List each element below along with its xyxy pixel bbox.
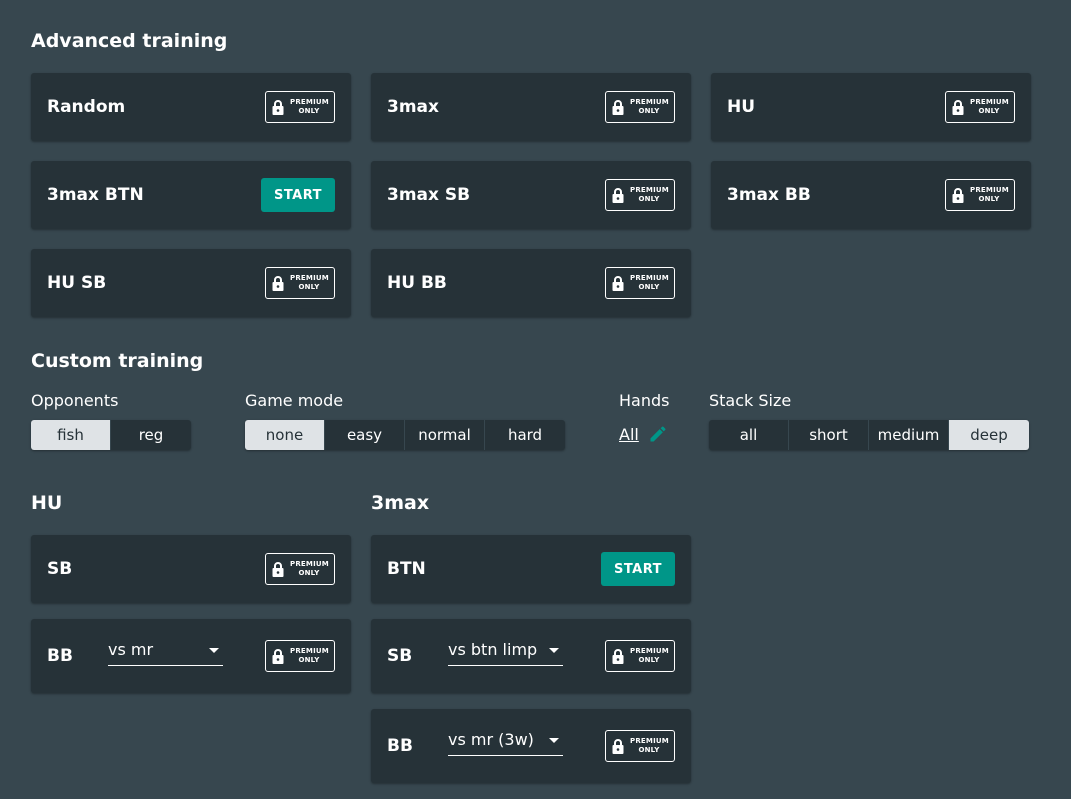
stack-size-option-deep[interactable]: deep — [949, 420, 1029, 450]
opponents-option-reg[interactable]: reg — [111, 420, 191, 450]
advanced-card-3max: 3max PREMIUM ONLY — [371, 73, 691, 141]
advanced-card-hu-sb: HU SB PREMIUM ONLY — [31, 249, 351, 317]
threemax-section-title: 3max — [371, 492, 430, 514]
opponents-label: Opponents — [31, 391, 119, 410]
card-label: HU — [727, 97, 756, 117]
premium-only-badge[interactable]: PREMIUM ONLY — [945, 179, 1015, 211]
advanced-card-3max-sb: 3max SB PREMIUM ONLY — [371, 161, 691, 229]
premium-only-text: PREMIUM ONLY — [290, 647, 329, 664]
game-mode-toggle: none easy normal hard — [245, 420, 565, 450]
card-label: SB — [387, 646, 413, 666]
stack-size-option-medium[interactable]: medium — [869, 420, 949, 450]
premium-only-text: PREMIUM ONLY — [290, 560, 329, 577]
game-mode-option-hard[interactable]: hard — [485, 420, 565, 450]
game-mode-option-normal[interactable]: normal — [405, 420, 485, 450]
chevron-down-icon — [549, 648, 559, 653]
premium-only-badge[interactable]: PREMIUM ONLY — [605, 91, 675, 123]
premium-only-badge[interactable]: PREMIUM ONLY — [265, 553, 335, 585]
card-label: HU BB — [387, 273, 447, 293]
hu-section-title: HU — [31, 492, 63, 514]
card-label: 3max SB — [387, 185, 471, 205]
hu-bb-opponent-select[interactable]: vs mr — [108, 638, 223, 666]
premium-only-badge[interactable]: PREMIUM ONLY — [605, 267, 675, 299]
premium-only-text: PREMIUM ONLY — [970, 98, 1009, 115]
threemax-bb-card: BB vs mr (3w) PREMIUM ONLY — [371, 709, 691, 783]
card-label: Random — [47, 97, 126, 117]
stack-size-option-short[interactable]: short — [789, 420, 869, 450]
pencil-icon[interactable] — [648, 424, 668, 444]
select-value: vs btn limp — [448, 640, 538, 659]
advanced-card-3max-bb: 3max BB PREMIUM ONLY — [711, 161, 1031, 229]
hands-label: Hands — [619, 391, 670, 410]
opponents-option-fish[interactable]: fish — [31, 420, 111, 450]
premium-only-badge[interactable]: PREMIUM ONLY — [605, 730, 675, 762]
premium-only-badge[interactable]: PREMIUM ONLY — [265, 267, 335, 299]
card-label: 3max BTN — [47, 185, 144, 205]
lock-icon — [272, 276, 284, 291]
game-mode-label: Game mode — [245, 391, 344, 410]
lock-icon — [272, 649, 284, 664]
advanced-card-3max-btn: 3max BTN START — [31, 161, 351, 229]
threemax-sb-card: SB vs btn limp PREMIUM ONLY — [371, 619, 691, 693]
lock-icon — [612, 649, 624, 664]
hu-sb-card: SB PREMIUM ONLY — [31, 535, 351, 603]
advanced-card-hu: HU PREMIUM ONLY — [711, 73, 1031, 141]
card-label: 3max BB — [727, 185, 811, 205]
lock-icon — [272, 562, 284, 577]
threemax-sb-opponent-select[interactable]: vs btn limp — [448, 638, 563, 666]
hands-value-link[interactable]: All — [619, 425, 639, 444]
stack-size-option-all[interactable]: all — [709, 420, 789, 450]
chevron-down-icon — [549, 738, 559, 743]
premium-only-text: PREMIUM ONLY — [630, 186, 669, 203]
stack-size-toggle: all short medium deep — [709, 420, 1029, 450]
lock-icon — [952, 188, 964, 203]
premium-only-text: PREMIUM ONLY — [290, 274, 329, 291]
premium-only-badge[interactable]: PREMIUM ONLY — [265, 640, 335, 672]
premium-only-text: PREMIUM ONLY — [630, 98, 669, 115]
premium-only-text: PREMIUM ONLY — [630, 737, 669, 754]
advanced-card-random: Random PREMIUM ONLY — [31, 73, 351, 141]
premium-only-text: PREMIUM ONLY — [630, 274, 669, 291]
stack-size-label: Stack Size — [709, 391, 792, 410]
game-mode-option-none[interactable]: none — [245, 420, 325, 450]
premium-only-text: PREMIUM ONLY — [630, 647, 669, 664]
hu-bb-card: BB vs mr PREMIUM ONLY — [31, 619, 351, 693]
premium-only-text: PREMIUM ONLY — [970, 186, 1009, 203]
card-label: BTN — [387, 559, 426, 579]
lock-icon — [612, 100, 624, 115]
select-value: vs mr (3w) — [448, 730, 534, 749]
card-label: SB — [47, 559, 73, 579]
card-label: 3max — [387, 97, 439, 117]
premium-only-badge[interactable]: PREMIUM ONLY — [605, 640, 675, 672]
premium-only-text: PREMIUM ONLY — [290, 98, 329, 115]
card-label: HU SB — [47, 273, 107, 293]
card-label: BB — [387, 736, 413, 756]
premium-only-badge[interactable]: PREMIUM ONLY — [945, 91, 1015, 123]
lock-icon — [612, 276, 624, 291]
lock-icon — [612, 188, 624, 203]
game-mode-option-easy[interactable]: easy — [325, 420, 405, 450]
start-button[interactable]: START — [261, 178, 335, 212]
select-value: vs mr — [108, 640, 154, 659]
advanced-card-hu-bb: HU BB PREMIUM ONLY — [371, 249, 691, 317]
chevron-down-icon — [209, 648, 219, 653]
lock-icon — [612, 739, 624, 754]
card-label: BB — [47, 646, 73, 666]
advanced-training-title: Advanced training — [31, 30, 228, 52]
start-button[interactable]: START — [601, 552, 675, 586]
premium-only-badge[interactable]: PREMIUM ONLY — [605, 179, 675, 211]
threemax-bb-opponent-select[interactable]: vs mr (3w) — [448, 728, 563, 756]
opponents-toggle: fish reg — [31, 420, 191, 450]
lock-icon — [952, 100, 964, 115]
premium-only-badge[interactable]: PREMIUM ONLY — [265, 91, 335, 123]
custom-training-title: Custom training — [31, 350, 204, 372]
lock-icon — [272, 100, 284, 115]
threemax-btn-card: BTN START — [371, 535, 691, 603]
